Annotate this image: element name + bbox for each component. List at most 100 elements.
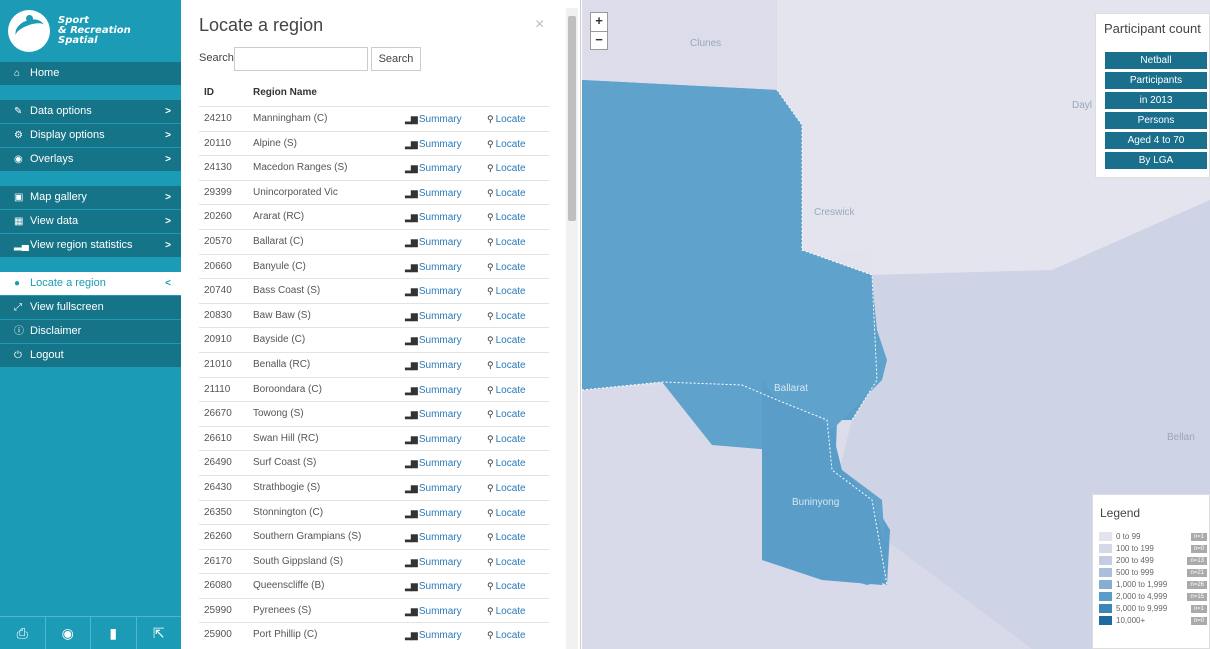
summary-link[interactable]: ▂▆ Summary xyxy=(405,279,487,303)
summary-link[interactable]: ▂▆ Summary xyxy=(405,623,487,647)
zoom-out-button[interactable]: − xyxy=(591,31,607,49)
summary-link[interactable]: ▂▆ Summary xyxy=(405,427,487,451)
camera-icon[interactable]: ◉ xyxy=(46,617,91,649)
filter-chip-measure[interactable]: Participants xyxy=(1105,72,1207,89)
summary-link[interactable]: ▂▆ Summary xyxy=(405,230,487,254)
sidebar-item-view-region-statistics[interactable]: ▂▄ View region statistics > xyxy=(0,234,181,257)
locate-link[interactable]: ⚲ Locate xyxy=(487,427,547,451)
map-view[interactable]: Clunes Creswick Ballarat Buninyong Bella… xyxy=(582,0,1210,649)
filter-chip-year[interactable]: in 2013 xyxy=(1105,92,1207,109)
summary-link[interactable]: ▂▆ Summary xyxy=(405,599,487,623)
sidebar-item-home[interactable]: ⌂ Home xyxy=(0,62,181,85)
locate-region-panel: Locate a region × Search Search ID Regio… xyxy=(181,0,581,649)
summary-link[interactable]: ▂▆ Summary xyxy=(405,328,487,352)
summary-link[interactable]: ▂▆ Summary xyxy=(405,156,487,180)
sidebar-item-data-options[interactable]: ✎ Data options > xyxy=(0,100,181,123)
locate-link[interactable]: ⚲ Locate xyxy=(487,451,547,475)
locate-link-label: Locate xyxy=(495,261,526,273)
app-logo[interactable]: Sport & Recreation Spatial xyxy=(0,0,181,62)
region-name: Banyule (C) xyxy=(253,260,306,272)
search-input[interactable] xyxy=(234,47,368,71)
summary-link[interactable]: ▂▆ Summary xyxy=(405,378,487,402)
summary-link-label: Summary xyxy=(418,433,462,445)
export-icon[interactable]: ⇱ xyxy=(137,617,182,649)
locate-link[interactable]: ⚲ Locate xyxy=(487,550,547,574)
table-row: 26170 South Gippsland (S) ▂▆ Summary ⚲ Locate xyxy=(199,548,549,574)
locate-link[interactable]: ⚲ Locate xyxy=(487,230,547,254)
summary-link[interactable]: ▂▆ Summary xyxy=(405,550,487,574)
locate-link[interactable]: ⚲ Locate xyxy=(487,156,547,180)
sidebar-item-label: View region statistics xyxy=(30,239,133,251)
filter-chip-gender[interactable]: Persons xyxy=(1105,112,1207,129)
summary-link[interactable]: ▂▆ Summary xyxy=(405,525,487,549)
close-icon[interactable]: × xyxy=(535,16,544,34)
sidebar-item-display-options[interactable]: ⚙ Display options > xyxy=(0,124,181,147)
locate-link[interactable]: ⚲ Locate xyxy=(487,525,547,549)
print-icon[interactable]: ⎙ xyxy=(0,617,46,649)
summary-link[interactable]: ▂▆ Summary xyxy=(405,107,487,131)
sidebar-item-overlays[interactable]: ◉ Overlays > xyxy=(0,148,181,171)
locate-link-label: Locate xyxy=(495,212,526,224)
legend-swatch xyxy=(1099,556,1112,565)
sidebar-item-disclaimer[interactable]: ⓘ Disclaimer xyxy=(0,320,181,343)
bookmark-icon[interactable]: ▮ xyxy=(91,617,137,649)
bar-chart-icon: ▂▆ xyxy=(405,630,418,641)
legend-item: 2,000 to 4,999 n=15 xyxy=(1099,591,1207,602)
region-id: 20570 xyxy=(204,235,232,247)
locate-link[interactable]: ⚲ Locate xyxy=(487,304,547,328)
locate-link-label: Locate xyxy=(495,114,526,125)
locate-link[interactable]: ⚲ Locate xyxy=(487,353,547,377)
locate-link[interactable]: ⚲ Locate xyxy=(487,574,547,598)
legend-label: 2,000 to 4,999 xyxy=(1116,592,1168,601)
legend-label: 100 to 199 xyxy=(1116,544,1154,553)
locate-link[interactable]: ⚲ Locate xyxy=(487,623,547,647)
locate-link[interactable]: ⚲ Locate xyxy=(487,599,547,623)
locate-link[interactable]: ⚲ Locate xyxy=(487,476,547,500)
sidebar-item-locate-region[interactable]: ● Locate a region < xyxy=(0,272,181,295)
locate-link[interactable]: ⚲ Locate xyxy=(487,205,547,229)
summary-link[interactable]: ▂▆ Summary xyxy=(405,132,487,156)
locate-link[interactable]: ⚲ Locate xyxy=(487,378,547,402)
summary-link[interactable]: ▂▆ Summary xyxy=(405,501,487,525)
locate-link[interactable]: ⚲ Locate xyxy=(487,279,547,303)
search-button[interactable]: Search xyxy=(371,47,421,71)
summary-link[interactable]: ▂▆ Summary xyxy=(405,402,487,426)
locate-link[interactable]: ⚲ Locate xyxy=(487,402,547,426)
zoom-in-button[interactable]: + xyxy=(591,13,607,31)
legend-item: 500 to 999 n=21 xyxy=(1099,567,1207,578)
summary-link[interactable]: ▂▆ Summary xyxy=(405,255,487,279)
bar-chart-icon: ▂▆ xyxy=(405,409,418,420)
panel-scrollbar[interactable] xyxy=(566,8,578,649)
summary-link[interactable]: ▂▆ Summary xyxy=(405,476,487,500)
sidebar-item-view-data[interactable]: ▦ View data > xyxy=(0,210,181,233)
locate-link-label: Locate xyxy=(495,286,526,298)
locate-link[interactable]: ⚲ Locate xyxy=(487,181,547,205)
summary-link[interactable]: ▂▆ Summary xyxy=(405,451,487,475)
filter-chip-age[interactable]: Aged 4 to 70 xyxy=(1105,132,1207,149)
sidebar-item-logout[interactable]: ⏻ Logout xyxy=(0,344,181,367)
chevron-right-icon: > xyxy=(165,106,171,117)
locate-link[interactable]: ⚲ Locate xyxy=(487,132,547,156)
legend-count: n=0 xyxy=(1190,544,1207,553)
region-id: 26350 xyxy=(204,506,232,518)
locate-link[interactable]: ⚲ Locate xyxy=(487,328,547,352)
summary-link[interactable]: ▂▆ Summary xyxy=(405,181,487,205)
table-row: 26080 Queenscliffe (B) ▂▆ Summary ⚲ Locate xyxy=(199,573,549,598)
filter-chip-geography[interactable]: By LGA xyxy=(1105,152,1207,169)
summary-link[interactable]: ▂▆ Summary xyxy=(405,304,487,328)
summary-link[interactable]: ▂▆ Summary xyxy=(405,574,487,598)
map-marker-icon: ⚲ xyxy=(487,630,494,641)
locate-link[interactable]: ⚲ Locate xyxy=(487,107,547,131)
table-row: 26490 Surf Coast (S) ▂▆ Summary ⚲ Locate xyxy=(199,450,549,475)
sidebar-item-view-fullscreen[interactable]: ⤢ View fullscreen xyxy=(0,296,181,319)
region-id: 20260 xyxy=(204,211,232,223)
sidebar-item-map-gallery[interactable]: ▣ Map gallery > xyxy=(0,186,181,209)
participant-count-box: Participant count Netball Participants i… xyxy=(1095,13,1210,178)
summary-link[interactable]: ▂▆ Summary xyxy=(405,353,487,377)
summary-link[interactable]: ▂▆ Summary xyxy=(405,205,487,229)
app-name-line3: Spatial xyxy=(58,35,98,46)
locate-link[interactable]: ⚲ Locate xyxy=(487,255,547,279)
scrollbar-thumb[interactable] xyxy=(568,16,576,221)
filter-chip-sport[interactable]: Netball xyxy=(1105,52,1207,69)
locate-link[interactable]: ⚲ Locate xyxy=(487,501,547,525)
